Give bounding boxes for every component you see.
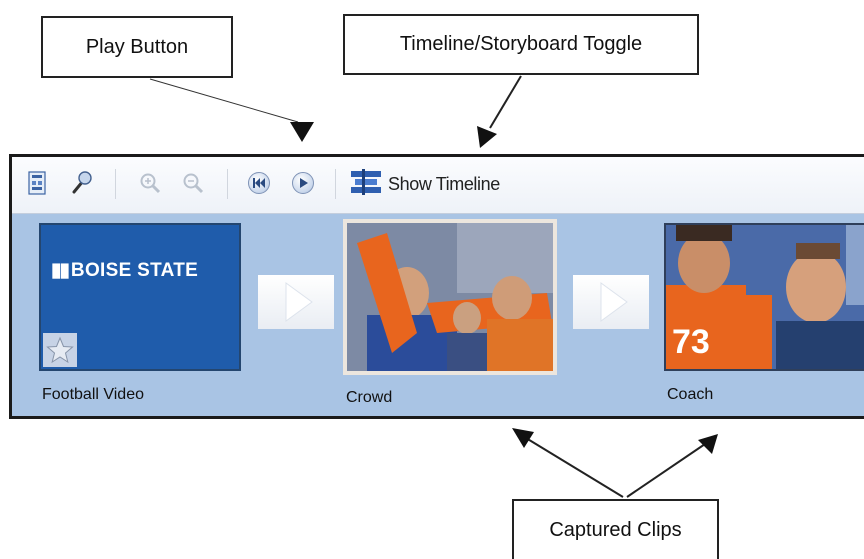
- play-button[interactable]: [290, 170, 316, 196]
- timeline-icon: [350, 168, 382, 200]
- toolbar-separator: [335, 169, 336, 199]
- clips-arrow-head-right: [698, 434, 718, 454]
- clips-arrow-head-left: [512, 428, 534, 448]
- clips-arrow-line-left: [525, 437, 624, 498]
- zoom-out-icon[interactable]: [180, 170, 206, 196]
- play-arrow-head: [290, 122, 314, 142]
- show-timeline-label: Show Timeline: [388, 173, 500, 194]
- storyboard-icon[interactable]: [24, 170, 50, 196]
- star-icon: [43, 333, 77, 367]
- transition-slot[interactable]: [573, 275, 649, 329]
- transition-arrow-icon: [285, 282, 313, 322]
- transition-arrow-icon: [600, 282, 628, 322]
- toggle-arrow-line: [489, 75, 522, 129]
- transition-slot[interactable]: [258, 275, 334, 329]
- play-icon: [292, 172, 314, 194]
- svg-text:73: 73: [672, 323, 710, 361]
- narrate-icon[interactable]: [68, 170, 94, 196]
- coach-thumbnail: 73: [666, 225, 864, 369]
- play-arrow-line: [149, 78, 299, 123]
- rewind-icon: [248, 172, 270, 194]
- storyboard-panel: Show Timeline ▮▮ BOISE STATE Football Vid…: [9, 154, 864, 419]
- clip-label-coach: Coach: [667, 386, 714, 403]
- zoom-in-icon[interactable]: [137, 170, 163, 196]
- clips-arrow-line-right: [626, 441, 709, 498]
- storyboard-toolbar: Show Timeline: [12, 157, 864, 214]
- clip-label-crowd: Crowd: [346, 389, 393, 406]
- crowd-thumbnail: [347, 223, 553, 371]
- toggle-arrow-head: [477, 126, 497, 148]
- toolbar-separator: [227, 169, 228, 199]
- toolbar-separator: [115, 169, 116, 199]
- clip-label-football-video: Football Video: [42, 386, 144, 403]
- clip-coach[interactable]: 73: [664, 223, 864, 371]
- clip-football-video[interactable]: ▮▮ BOISE STATE: [39, 223, 241, 371]
- boise-state-logo: ▮▮ BOISE STATE: [51, 260, 199, 281]
- rewind-button[interactable]: [246, 170, 272, 196]
- clip-crowd[interactable]: [343, 219, 557, 375]
- show-timeline-button[interactable]: Show Timeline: [350, 168, 500, 200]
